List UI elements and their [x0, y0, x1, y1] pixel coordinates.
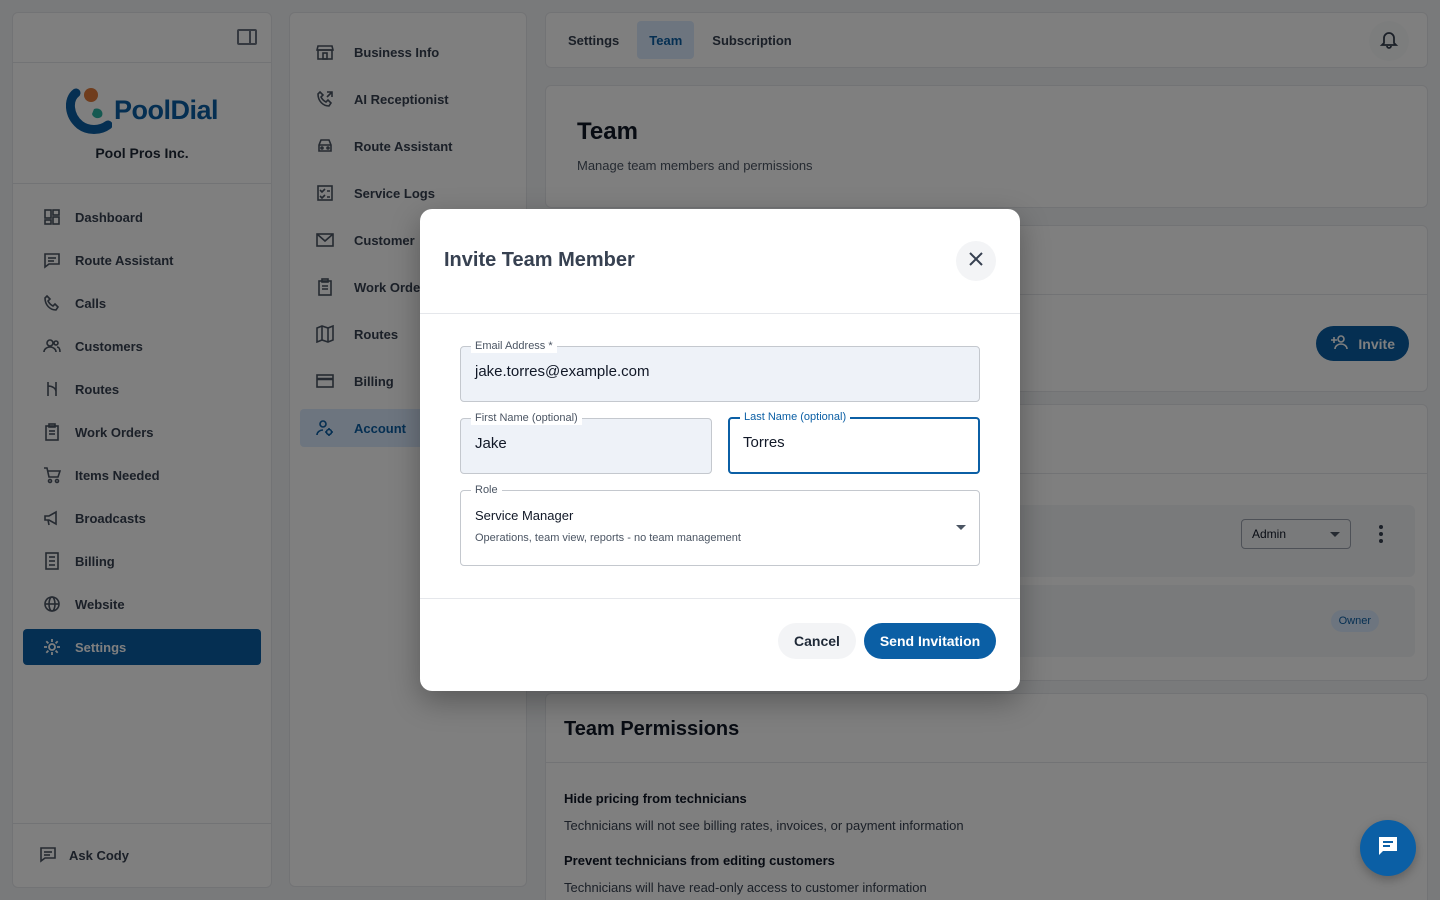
close-button[interactable] [956, 241, 996, 281]
last-name-label: Last Name (optional) [740, 410, 851, 424]
cancel-button[interactable]: Cancel [778, 623, 856, 659]
first-name-label: First Name (optional) [471, 411, 582, 425]
dialog-title: Invite Team Member [444, 249, 635, 271]
chat-icon [1376, 834, 1400, 863]
role-select[interactable]: Role Service Manager Operations, team vi… [460, 483, 980, 566]
send-invitation-button[interactable]: Send Invitation [864, 623, 996, 659]
last-name-field[interactable]: Last Name (optional) Torres [728, 410, 980, 474]
close-icon [968, 251, 984, 272]
email-field[interactable]: Email Address * jake.torres@example.com [460, 339, 980, 402]
role-value: Service Manager [475, 508, 574, 523]
last-name-value: Torres [743, 434, 785, 451]
chevron-down-icon [956, 525, 966, 530]
first-name-value: Jake [475, 435, 507, 452]
app-root: PoolDial Pool Pros Inc. Dashboard Route … [0, 0, 1440, 900]
chat-fab-button[interactable] [1360, 820, 1416, 876]
role-label: Role [471, 483, 502, 497]
dialog-footer: Cancel Send Invitation [420, 598, 1020, 691]
first-name-field[interactable]: First Name (optional) Jake [460, 411, 712, 474]
role-description: Operations, team view, reports - no team… [475, 532, 741, 544]
dialog-header: Invite Team Member [420, 209, 1020, 314]
email-label: Email Address * [471, 339, 557, 353]
invite-member-dialog: Invite Team Member Email Address * jake.… [420, 209, 1020, 691]
email-value: jake.torres@example.com [475, 363, 650, 380]
